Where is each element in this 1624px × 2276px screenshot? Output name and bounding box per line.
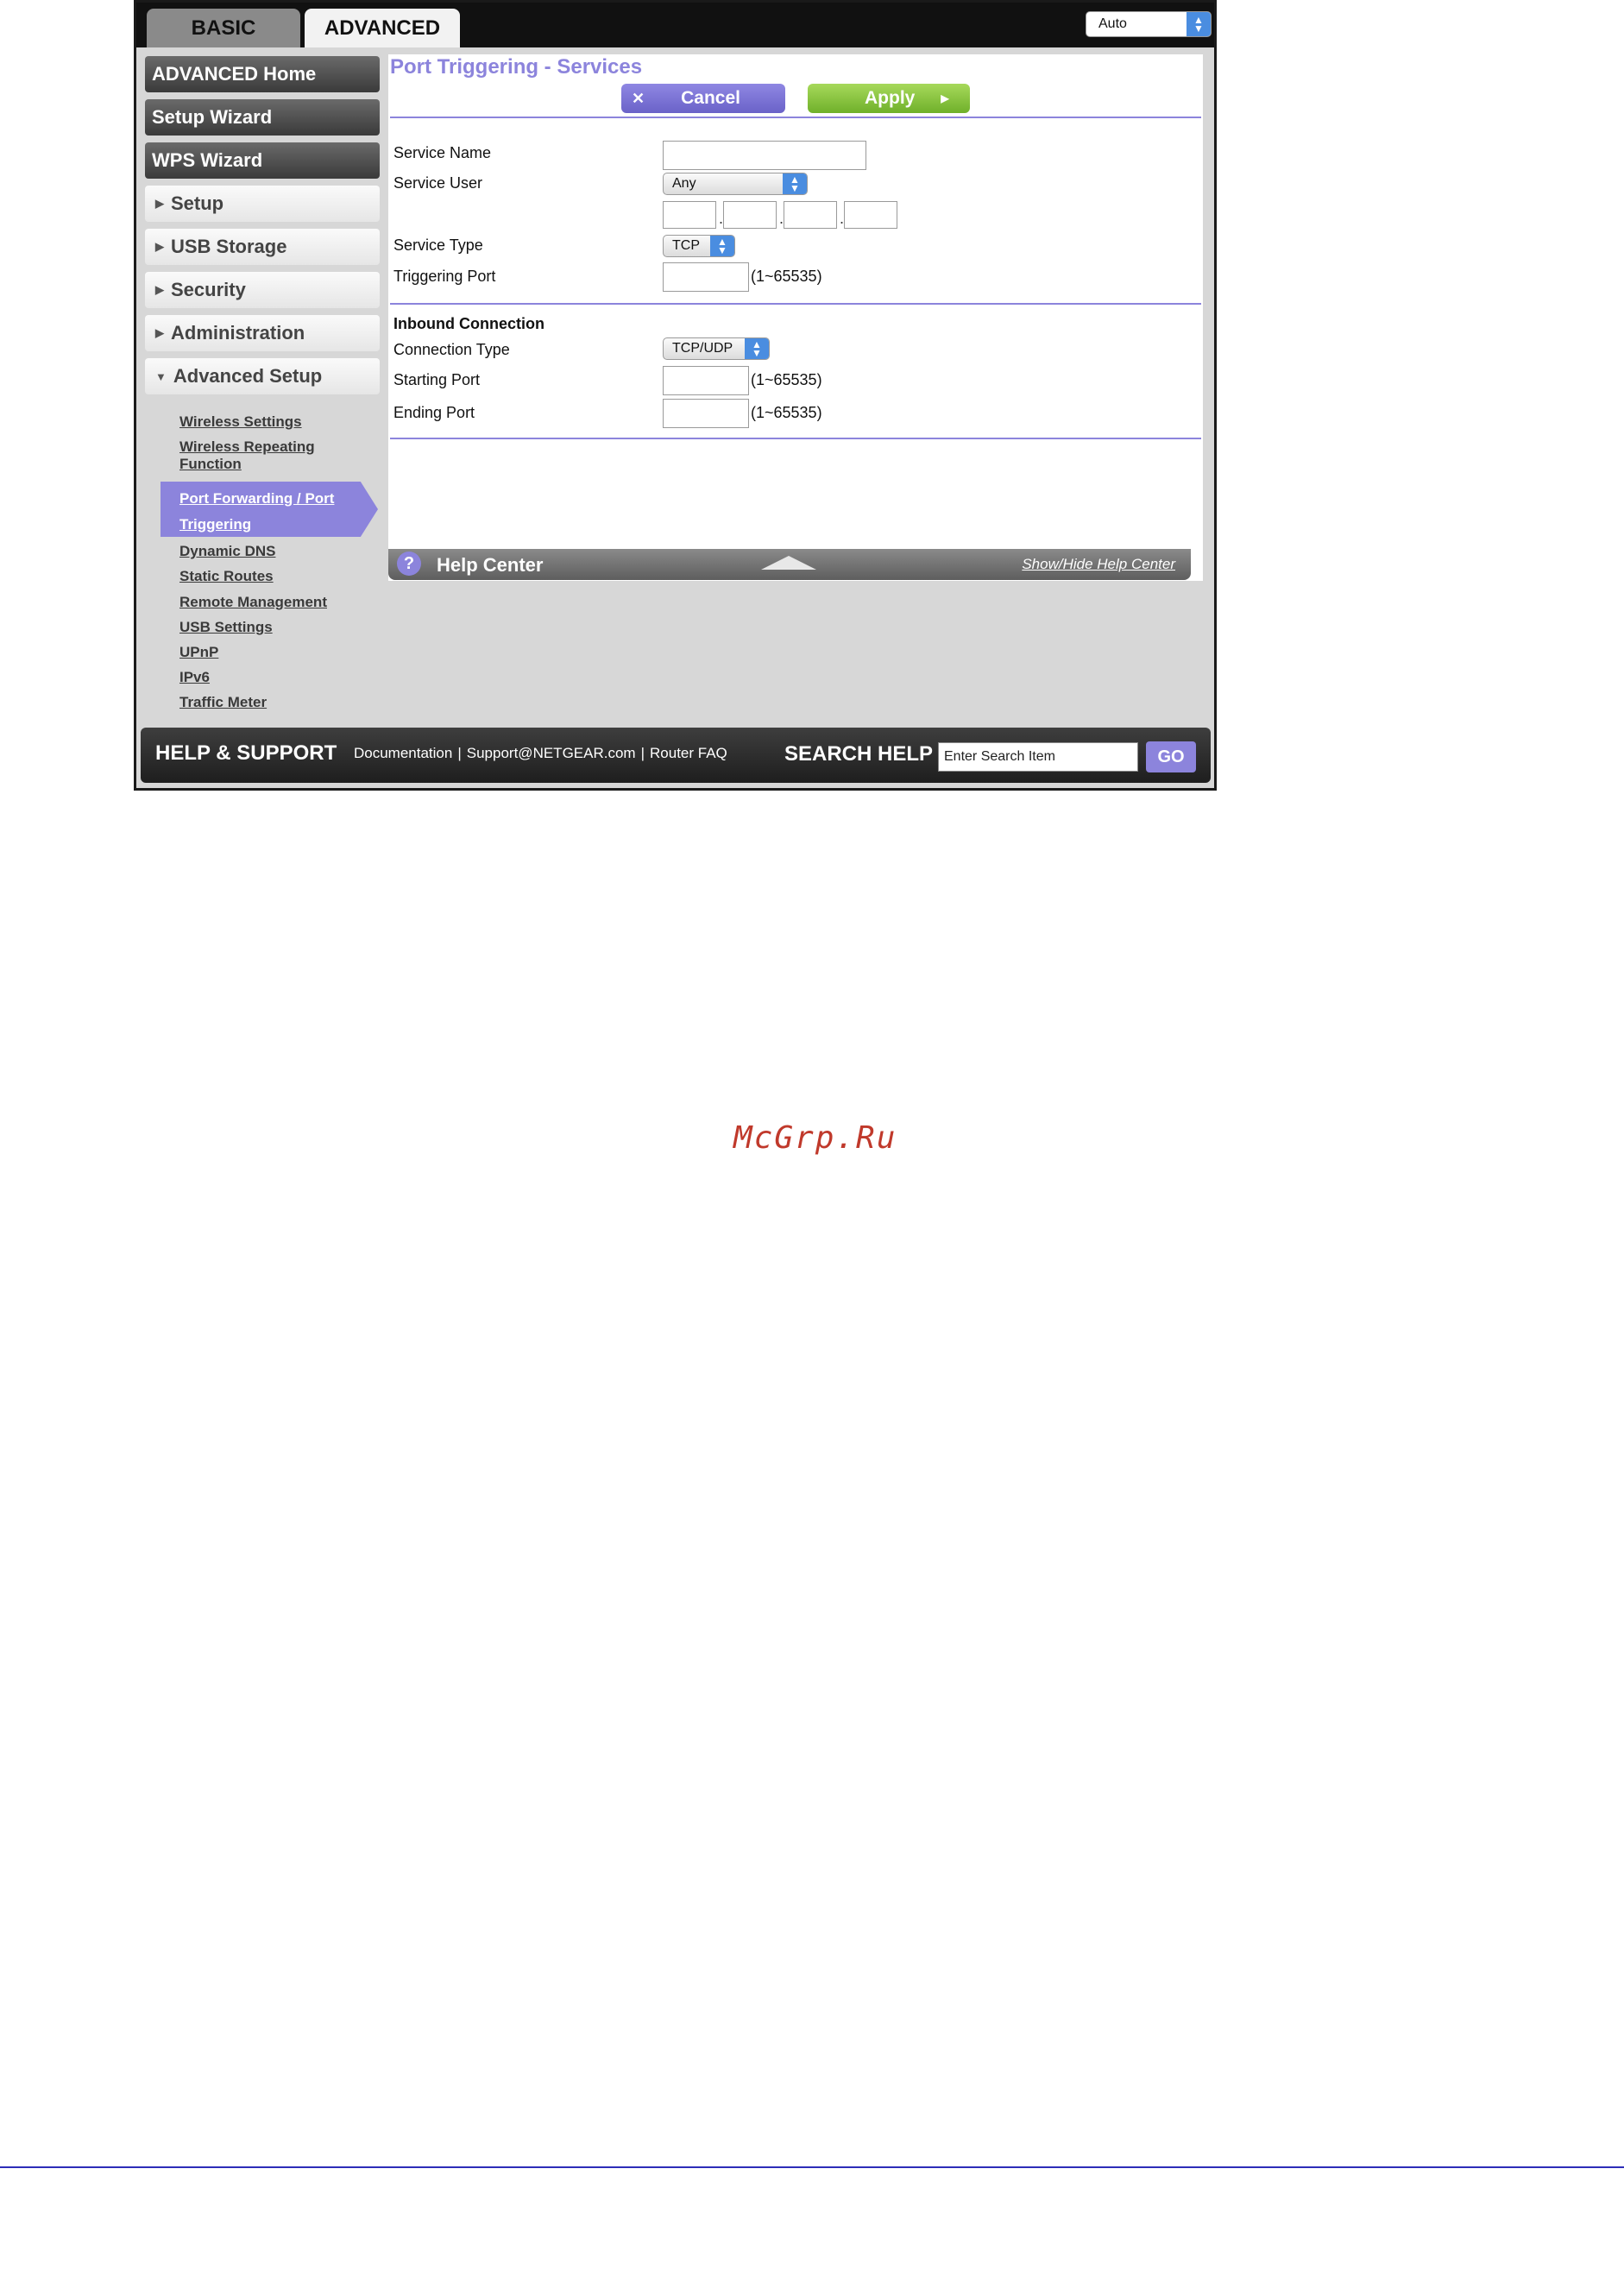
chevron-right-icon: ▶ (155, 197, 164, 210)
submenu-wireless-repeating[interactable]: Wireless Repeating Function (179, 438, 352, 473)
submenu-dynamic-dns[interactable]: Dynamic DNS (179, 543, 275, 560)
sidebar-item-administration[interactable]: ▶ Administration (145, 315, 380, 351)
help-support-footer: HELP & SUPPORT Documentation | Support@NET… (141, 728, 1211, 783)
chevron-right-icon: ▶ (155, 240, 164, 253)
connection-type-select[interactable]: TCP/UDP ▲ ▼ (663, 337, 770, 360)
sidebar-item-label: Setup (171, 192, 224, 214)
chevron-down-icon: ▼ (155, 369, 167, 383)
documentation-link[interactable]: Documentation (354, 745, 452, 761)
triggering-port-input[interactable] (663, 262, 749, 292)
ending-port-label: Ending Port (393, 404, 475, 421)
divider (390, 438, 1201, 439)
service-type-select[interactable]: TCP ▲ ▼ (663, 235, 735, 257)
select-arrows-icon: ▲ ▼ (710, 236, 734, 256)
sidebar-item-label: Advanced Setup (173, 365, 323, 387)
service-user-label: Service User (393, 174, 483, 192)
apply-button-label: Apply (865, 88, 916, 108)
sidebar-item-setup[interactable]: ▶ Setup (145, 186, 380, 222)
sidebar-item-setup-wizard[interactable]: Setup Wizard (145, 99, 380, 136)
service-type-label: Service Type (393, 236, 483, 254)
close-icon: ✕ (632, 89, 645, 107)
submenu-usb-settings[interactable]: USB Settings (179, 619, 273, 636)
service-user-select[interactable]: Any ▲ ▼ (663, 173, 808, 195)
chevron-right-icon: ▶ (941, 92, 949, 104)
tab-advanced[interactable]: ADVANCED (305, 9, 460, 47)
help-icon: ? (397, 552, 421, 576)
triggering-port-label: Triggering Port (393, 268, 496, 285)
search-help-label: SEARCH HELP (784, 742, 934, 766)
sidebar-item-security[interactable]: ▶ Security (145, 272, 380, 308)
router-admin-screenshot: BASIC ADVANCED Auto ▲ ▼ ADVANCED Home Set… (134, 0, 1217, 791)
help-center-bar[interactable]: ? Help Center Show/Hide Help Center (388, 549, 1191, 580)
ip-octet-4-input[interactable] (844, 201, 897, 229)
ip-octet-3-input[interactable] (784, 201, 837, 229)
starting-port-range: (1~65535) (751, 371, 822, 388)
submenu-ipv6[interactable]: IPv6 (179, 669, 210, 686)
select-arrows-icon: ▲ ▼ (1187, 12, 1211, 36)
language-select[interactable]: Auto ▲ ▼ (1086, 11, 1212, 37)
submenu-static-routes[interactable]: Static Routes (179, 568, 274, 585)
submenu-upnp[interactable]: UPnP (179, 644, 218, 661)
tab-basic[interactable]: BASIC (147, 9, 300, 47)
help-support-title: HELP & SUPPORT (155, 741, 337, 765)
starting-port-label: Starting Port (393, 371, 481, 388)
service-user-value: Any (672, 176, 696, 191)
ip-octet-2-input[interactable] (723, 201, 777, 229)
divider (390, 117, 1201, 118)
footer-links: Documentation | Support@NETGEAR.com | Router… (354, 745, 727, 762)
connection-type-label: Connection Type (393, 341, 510, 358)
sidebar-item-label: USB Storage (171, 236, 287, 257)
service-name-label: Service Name (393, 144, 492, 161)
separator: | (640, 745, 645, 761)
sidebar-item-label: Administration (171, 322, 305, 344)
sidebar-item-advanced-home[interactable]: ADVANCED Home (145, 56, 380, 92)
ending-port-range: (1~65535) (751, 404, 822, 421)
cancel-button[interactable]: ✕ Cancel (621, 84, 785, 113)
go-button[interactable]: GO (1146, 741, 1196, 772)
main-panel: Port Triggering - Services ✕ Cancel Appl… (388, 54, 1203, 581)
submenu-port-forwarding-triggering[interactable]: Port Forwarding / Port Triggering (179, 486, 378, 538)
triggering-port-range: (1~65535) (751, 268, 822, 285)
support-email-link[interactable]: Support@NETGEAR.com (467, 745, 636, 761)
inbound-connection-heading: Inbound Connection (393, 315, 544, 332)
language-select-value: Auto (1098, 16, 1127, 31)
chevron-right-icon: ▶ (155, 283, 164, 296)
select-arrows-icon: ▲ ▼ (783, 173, 807, 194)
submenu-wireless-settings[interactable]: Wireless Settings (179, 413, 302, 431)
sidebar-item-advanced-setup[interactable]: ▼ Advanced Setup (145, 358, 380, 394)
divider (390, 303, 1201, 305)
sidebar-item-usb-storage[interactable]: ▶ USB Storage (145, 229, 380, 265)
chevron-right-icon: ▶ (155, 326, 164, 339)
show-hide-help-link[interactable]: Show/Hide Help Center (1022, 556, 1175, 573)
ending-port-input[interactable] (663, 399, 749, 428)
search-input[interactable]: Enter Search Item (938, 742, 1138, 772)
page-title: Port Triggering - Services (390, 55, 643, 79)
sidebar-item-wps-wizard[interactable]: WPS Wizard (145, 142, 380, 179)
submenu-remote-management[interactable]: Remote Management (179, 594, 327, 611)
sidebar-item-label: Security (171, 279, 246, 300)
apply-button[interactable]: Apply ▶ (808, 84, 970, 113)
expand-arrow-icon[interactable] (761, 556, 816, 570)
help-center-label: Help Center (437, 554, 544, 576)
watermark: McGrp.Ru (733, 1120, 897, 1156)
separator: | (457, 745, 462, 761)
page-bottom-rule (0, 2166, 1624, 2168)
service-name-input[interactable] (663, 141, 866, 170)
cancel-button-label: Cancel (681, 88, 740, 108)
connection-type-value: TCP/UDP (672, 341, 733, 356)
select-arrows-icon: ▲ ▼ (745, 338, 769, 359)
router-faq-link[interactable]: Router FAQ (650, 745, 727, 761)
submenu-traffic-meter[interactable]: Traffic Meter (179, 694, 267, 711)
starting-port-input[interactable] (663, 366, 749, 395)
service-type-value: TCP (672, 238, 700, 253)
top-tab-bar: BASIC ADVANCED Auto ▲ ▼ (136, 3, 1214, 47)
ip-octet-1-input[interactable] (663, 201, 716, 229)
